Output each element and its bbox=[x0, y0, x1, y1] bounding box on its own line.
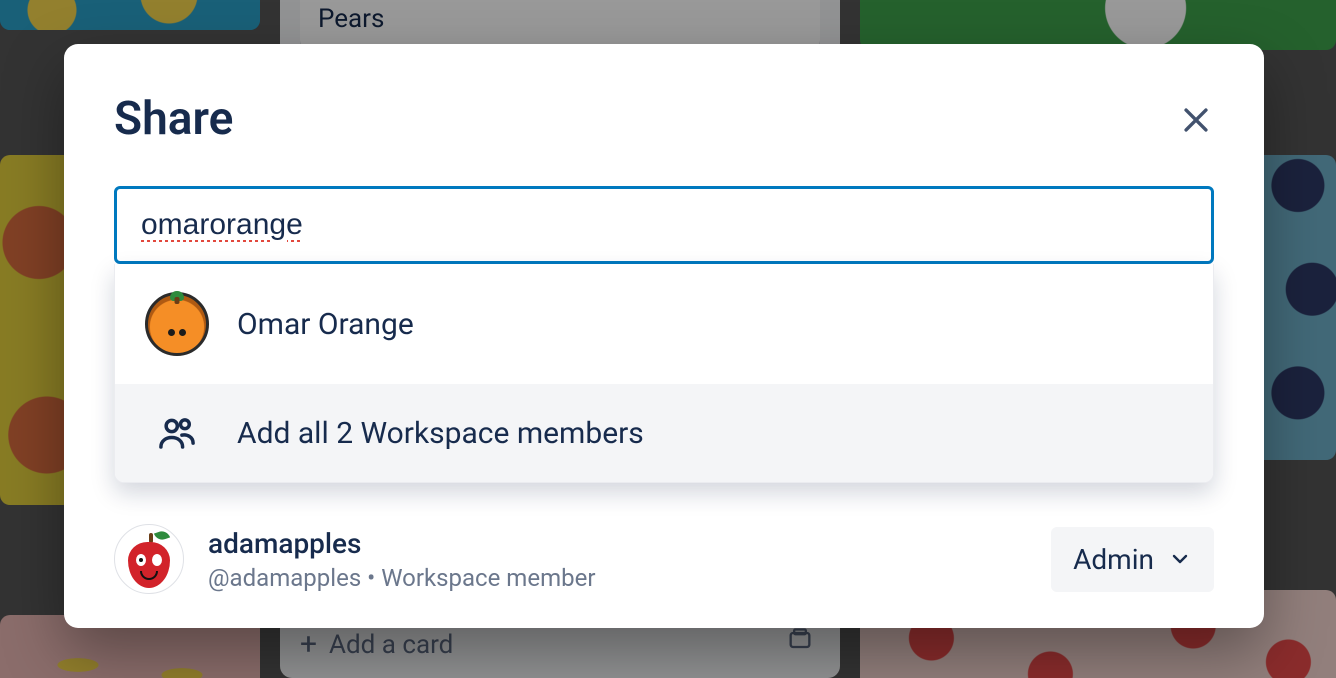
modal-title: Share bbox=[114, 92, 1214, 146]
close-button[interactable] bbox=[1172, 96, 1220, 144]
suggestion-dropdown: Omar Orange Add all 2 Workspace members bbox=[114, 264, 1214, 483]
people-icon bbox=[145, 412, 209, 454]
member-display-name: adamapples bbox=[208, 527, 595, 560]
avatar-adamapples bbox=[114, 524, 184, 594]
member-text: adamapples @adamapples • Workspace membe… bbox=[208, 527, 595, 592]
meta-separator: • bbox=[367, 564, 381, 592]
suggestion-user-label: Omar Orange bbox=[237, 307, 414, 342]
role-dropdown[interactable]: Admin bbox=[1051, 527, 1214, 592]
close-icon bbox=[1179, 103, 1213, 137]
member-meta: @adamapples • Workspace member bbox=[208, 564, 595, 592]
share-search-input[interactable] bbox=[114, 186, 1214, 264]
suggestion-add-all-label: Add all 2 Workspace members bbox=[237, 416, 644, 451]
member-status: Workspace member bbox=[381, 564, 595, 592]
member-handle: @adamapples bbox=[208, 564, 361, 592]
avatar-omar-orange bbox=[145, 292, 209, 356]
share-search: Omar Orange Add all 2 Workspace members bbox=[114, 186, 1214, 264]
member-row: adamapples @adamapples • Workspace membe… bbox=[114, 524, 1214, 594]
suggestion-add-all[interactable]: Add all 2 Workspace members bbox=[115, 384, 1213, 482]
suggestion-user[interactable]: Omar Orange bbox=[115, 264, 1213, 384]
role-label: Admin bbox=[1073, 543, 1154, 576]
chevron-down-icon bbox=[1168, 547, 1192, 571]
share-modal: Share Omar Orange bbox=[64, 44, 1264, 628]
